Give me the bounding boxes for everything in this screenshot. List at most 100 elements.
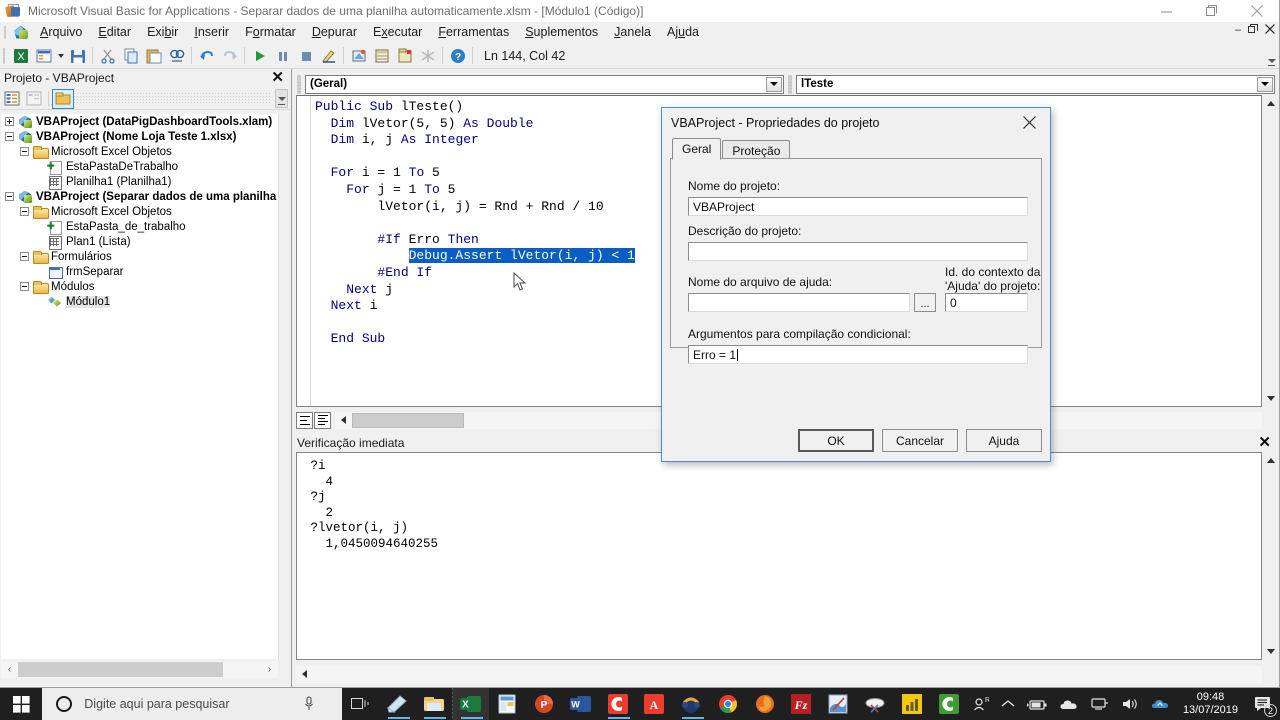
- menu-ajuda[interactable]: Ajuda: [659, 22, 707, 43]
- onedrive-icon[interactable]: [1053, 698, 1085, 711]
- object-browser-icon[interactable]: [393, 45, 416, 67]
- expand-icon[interactable]: [5, 117, 14, 126]
- audacity-icon[interactable]: [673, 688, 710, 720]
- conditional-compilation-input[interactable]: Erro = 1: [688, 345, 1028, 364]
- object-combobox[interactable]: (Geral): [305, 74, 784, 94]
- tree-item[interactable]: VBAProject (DataPigDashboardTools.xlam): [1, 114, 278, 129]
- tree-item[interactable]: Microsoft Excel Objetos: [1, 204, 278, 219]
- object-combobox-dropdown-icon[interactable]: [766, 76, 782, 92]
- toolbar-grip[interactable]: [0, 43, 9, 69]
- immediate-window-close-button[interactable]: ✕: [1258, 433, 1271, 451]
- code-scroll-down-icon[interactable]: [1262, 390, 1279, 407]
- sticky-notes-icon[interactable]: [379, 688, 416, 720]
- file-explorer-icon[interactable]: [415, 688, 452, 720]
- paint-icon[interactable]: [820, 688, 857, 720]
- menu-arquivo[interactable]: Arquivo: [32, 22, 90, 43]
- tree-item[interactable]: Módulos: [1, 279, 278, 294]
- immediate-scroll-down-icon[interactable]: [1262, 643, 1279, 660]
- code-scroll-left-icon[interactable]: [335, 412, 352, 429]
- chevron-down-icon[interactable]: [55, 45, 66, 67]
- tree-item[interactable]: VBAProject (Nome Loja Teste 1.xlsx): [1, 129, 278, 144]
- undo-icon[interactable]: [195, 45, 218, 67]
- properties-window-icon[interactable]: [370, 45, 393, 67]
- menu-suplementos[interactable]: Suplementos: [517, 22, 606, 43]
- people-icon[interactable]: R: [967, 696, 995, 712]
- cancel-button[interactable]: Cancelar: [882, 429, 958, 452]
- project-description-input[interactable]: [688, 242, 1028, 261]
- hscroll-thumb[interactable]: [18, 662, 223, 677]
- camtasia-studio-icon[interactable]: [930, 688, 967, 720]
- menu-editar[interactable]: Editar: [90, 22, 139, 43]
- chrome-icon[interactable]: [710, 688, 747, 720]
- help-context-id-input[interactable]: 0: [945, 293, 1028, 312]
- volume-icon[interactable]: [1115, 697, 1145, 711]
- powerpoint-icon[interactable]: P: [526, 688, 563, 720]
- tab-protecao[interactable]: Proteção: [722, 140, 791, 160]
- design-mode-icon[interactable]: [317, 45, 340, 67]
- project-name-input[interactable]: VBAProject: [688, 197, 1028, 216]
- redo-icon[interactable]: [218, 45, 241, 67]
- help-file-browse-button[interactable]: ...: [914, 293, 936, 312]
- procedure-combobox-dropdown-icon[interactable]: [1257, 76, 1273, 92]
- view-excel-icon[interactable]: X: [9, 45, 32, 67]
- procedure-combobox[interactable]: lTeste: [796, 74, 1275, 94]
- menu-formatar[interactable]: Formatar: [237, 22, 304, 43]
- collapse-icon[interactable]: [20, 207, 29, 216]
- taskbar-clock[interactable]: 09:48 13/07/2019: [1175, 691, 1246, 717]
- project-tree-hscrollbar[interactable]: ‹ ›: [1, 661, 278, 678]
- toolbox-icon[interactable]: [416, 45, 439, 67]
- insert-userform-icon[interactable]: [32, 45, 55, 67]
- menu-grip[interactable]: [0, 22, 10, 43]
- cut-icon[interactable]: [96, 45, 119, 67]
- immediate-vscrollbar[interactable]: [1262, 452, 1279, 660]
- filezilla-icon[interactable]: Fz: [783, 688, 820, 720]
- restore-button[interactable]: [1189, 0, 1234, 22]
- help-icon[interactable]: ?: [446, 45, 469, 67]
- mdi-minimize-button[interactable]: –: [1235, 25, 1241, 36]
- network-icon[interactable]: [1085, 697, 1115, 711]
- tree-item[interactable]: Planilha1 (Planilha1): [1, 174, 278, 190]
- collapse-icon[interactable]: [20, 282, 29, 291]
- menu-depurar[interactable]: Depurar: [304, 22, 365, 43]
- code-vscrollbar[interactable]: [1262, 95, 1279, 407]
- menu-executar[interactable]: Executar: [365, 22, 430, 43]
- minimize-button[interactable]: [1144, 0, 1189, 22]
- show-hidden-icons-icon[interactable]: [995, 699, 1021, 709]
- hscroll-track[interactable]: [223, 661, 261, 678]
- firefox-icon[interactable]: [746, 688, 783, 720]
- mdi-close-button[interactable]: [1265, 24, 1275, 37]
- break-icon[interactable]: [271, 45, 294, 67]
- view-code-icon[interactable]: [1, 89, 23, 109]
- snipping-tool-icon[interactable]: [857, 688, 894, 720]
- windows-update-icon[interactable]: [1145, 697, 1175, 711]
- run-icon[interactable]: [248, 45, 271, 67]
- reset-icon[interactable]: [294, 45, 317, 67]
- microphone-icon[interactable]: [304, 696, 313, 712]
- collapse-icon[interactable]: [20, 252, 29, 261]
- tree-item[interactable]: EstaPastaDeTrabalho: [1, 159, 278, 175]
- help-file-input[interactable]: [688, 293, 910, 312]
- toggle-folders-icon[interactable]: [52, 88, 74, 109]
- menu-inserir[interactable]: Inserir: [186, 22, 237, 43]
- view-object-icon[interactable]: [23, 89, 45, 109]
- close-button[interactable]: [1234, 0, 1279, 22]
- start-icon[interactable]: [0, 688, 42, 720]
- tree-item[interactable]: frmSeparar: [1, 264, 278, 279]
- scroll-right-icon[interactable]: ›: [261, 661, 278, 678]
- tree-item[interactable]: Microsoft Excel Objetos: [1, 144, 278, 159]
- task-view-icon[interactable]: [342, 688, 379, 720]
- publisher-icon[interactable]: [489, 688, 526, 720]
- power-bi-icon[interactable]: [893, 688, 930, 720]
- menu-exibir[interactable]: Exibir: [139, 22, 186, 43]
- menu-ferramentas[interactable]: Ferramentas: [430, 22, 517, 43]
- full-module-view-icon[interactable]: [314, 411, 331, 429]
- battery-icon[interactable]: [1021, 698, 1053, 711]
- mdi-restore-button[interactable]: [1248, 24, 1258, 37]
- immediate-hscrollbar[interactable]: [296, 665, 1262, 683]
- code-margin-indicator-bar[interactable]: [297, 96, 311, 406]
- save-icon[interactable]: [66, 45, 89, 67]
- tree-item[interactable]: Formulários: [1, 249, 278, 264]
- acrobat-icon[interactable]: A: [636, 688, 673, 720]
- ok-button[interactable]: OK: [798, 429, 874, 452]
- code-hscroll-thumb[interactable]: [352, 412, 464, 428]
